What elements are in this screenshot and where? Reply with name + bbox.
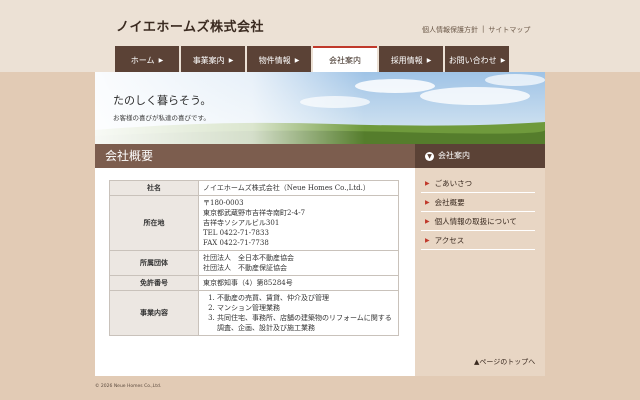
table-row: 事業内容 不動産の売買、賃貸、仲介及び管理 マンション管理業務 共同住宅、事務所… [109, 290, 399, 336]
sidebar: ▼ 会社案内 ▶ ごあいさつ ▶ 会社概要 ▶ 個人情報の取扱について ▶ アクセス [415, 144, 545, 376]
sidebar-heading: ▼ 会社案内 [415, 144, 545, 168]
address-line: 東京都武蔵野市吉祥寺南町2-4-7 [203, 209, 306, 217]
table-row: 免許番号 東京都知事（4）第85284号 [109, 275, 399, 291]
row-label: 所属団体 [109, 250, 199, 276]
company-profile-table: 社名 ノイエホームズ株式会社（Neue Homes Co.,Ltd.） 所在地 … [109, 180, 399, 336]
hero-subtitle: お客様の喜びが私達の喜びです。 [113, 114, 210, 122]
copyright: © 2026 Neue Homes Co.,Ltd. [95, 384, 162, 389]
main-content: 会社概要 社名 ノイエホームズ株式会社（Neue Homes Co.,Ltd.）… [95, 144, 415, 376]
row-label: 所在地 [109, 195, 199, 251]
sidebar-item-access[interactable]: ▶ アクセス [421, 231, 535, 250]
association: 社団法人 不動産保証協会 [203, 264, 287, 272]
hero-title: たのしく暮らそう。 [113, 94, 212, 107]
table-row: 所在地 〒180-0003 東京都武蔵野市吉祥寺南町2-4-7 吉祥寺ソシアルビ… [109, 195, 399, 251]
row-label: 社名 [109, 180, 199, 196]
chevron-right-icon: ▶ [425, 236, 430, 244]
sidebar-item-privacy[interactable]: ▶ 個人情報の取扱について [421, 212, 535, 231]
phone-number: TEL 0422-71-7833 [203, 229, 269, 237]
list-item: マンション管理業務 [217, 303, 394, 313]
site-logo[interactable]: ノイエホームズ株式会社 [116, 16, 264, 35]
link-separator: | [482, 25, 485, 33]
sidebar-item-label: ごあいさつ [434, 178, 473, 188]
fax-number: FAX 0422-71-7738 [203, 239, 269, 247]
association: 社団法人 全日本不動産協会 [203, 254, 294, 262]
sitemap-link[interactable]: サイトマップ [488, 25, 530, 35]
nav-properties-label: 物件情報 [258, 55, 291, 65]
list-item: 不動産の売買、賃貸、仲介及び管理 [217, 293, 394, 303]
privacy-policy-link[interactable]: 個人情報保護方針 [422, 25, 478, 35]
nav-business[interactable]: 事業案内 ▶ [181, 46, 245, 72]
business-list: 不動産の売買、賃貸、仲介及び管理 マンション管理業務 共同住宅、事務所、店舗の建… [203, 293, 394, 333]
row-label: 免許番号 [109, 275, 199, 291]
sidebar-item-overview[interactable]: ▶ 会社概要 [421, 193, 535, 212]
page-top-link[interactable]: ▲ページのトップへ [474, 357, 535, 367]
sidebar-item-label: 会社概要 [434, 197, 465, 207]
chevron-right-icon: ▶ [426, 56, 432, 64]
nav-properties[interactable]: 物件情報 ▶ [247, 46, 311, 72]
page-title: 会社概要 [95, 144, 415, 168]
chevron-right-icon: ▶ [158, 56, 164, 64]
nav-home[interactable]: ホーム ▶ [115, 46, 179, 72]
hero-banner: たのしく暮らそう。 お客様の喜びが私達の喜びです。 [95, 72, 545, 144]
nav-company[interactable]: 会社案内 [313, 46, 377, 72]
address-line: 吉祥寺ソシアルビル301 [203, 219, 280, 227]
chevron-right-icon: ▶ [425, 179, 430, 187]
row-label: 事業内容 [109, 290, 199, 336]
landscape-image [95, 72, 545, 144]
sidebar-item-label: 個人情報の取扱について [434, 216, 517, 226]
row-value: 東京都知事（4）第85284号 [198, 275, 399, 291]
nav-contact[interactable]: お問い合わせ ▶ [445, 46, 509, 72]
row-value: 社団法人 全日本不動産協会 社団法人 不動産保証協会 [198, 250, 399, 276]
sidebar-heading-label: 会社案内 [438, 151, 470, 160]
row-value: 〒180-0003 東京都武蔵野市吉祥寺南町2-4-7 吉祥寺ソシアルビル301… [198, 195, 399, 251]
list-item: 共同住宅、事務所、店舗の建築物のリフォームに関する調査、企画、設計及び施工業務 [217, 313, 394, 333]
sidebar-menu: ▶ ごあいさつ ▶ 会社概要 ▶ 個人情報の取扱について ▶ アクセス [421, 174, 535, 250]
table-row: 社名 ノイエホームズ株式会社（Neue Homes Co.,Ltd.） [109, 180, 399, 196]
postal-code: 〒180-0003 [203, 199, 244, 207]
sidebar-item-label: アクセス [434, 235, 465, 245]
nav-business-label: 事業案内 [192, 55, 225, 65]
nav-recruit-label: 採用情報 [390, 55, 423, 65]
nav-contact-label: お問い合わせ [448, 55, 497, 65]
header-band [0, 0, 640, 48]
chevron-right-icon: ▶ [425, 198, 430, 206]
nav-company-label: 会社案内 [329, 55, 361, 65]
chevron-right-icon: ▶ [425, 217, 430, 225]
global-nav: ホーム ▶ 事業案内 ▶ 物件情報 ▶ 会社案内 採用情報 ▶ お問い合わせ ▶ [115, 46, 509, 72]
nav-recruit[interactable]: 採用情報 ▶ [379, 46, 443, 72]
chevron-right-icon: ▶ [294, 56, 300, 64]
row-value: 不動産の売買、賃貸、仲介及び管理 マンション管理業務 共同住宅、事務所、店舗の建… [198, 290, 399, 336]
table-row: 所属団体 社団法人 全日本不動産協会 社団法人 不動産保証協会 [109, 250, 399, 276]
utility-links: 個人情報保護方針 | サイトマップ [422, 25, 530, 35]
chevron-right-icon: ▶ [228, 56, 234, 64]
chevron-right-icon: ▶ [500, 56, 506, 64]
nav-home-label: ホーム [130, 55, 155, 65]
sidebar-item-greeting[interactable]: ▶ ごあいさつ [421, 174, 535, 193]
license-number: 東京都知事（4）第85284号 [203, 279, 293, 287]
row-value: ノイエホームズ株式会社（Neue Homes Co.,Ltd.） [198, 180, 399, 196]
company-name: ノイエホームズ株式会社（Neue Homes Co.,Ltd.） [203, 184, 370, 192]
chevron-down-icon: ▼ [425, 151, 434, 161]
